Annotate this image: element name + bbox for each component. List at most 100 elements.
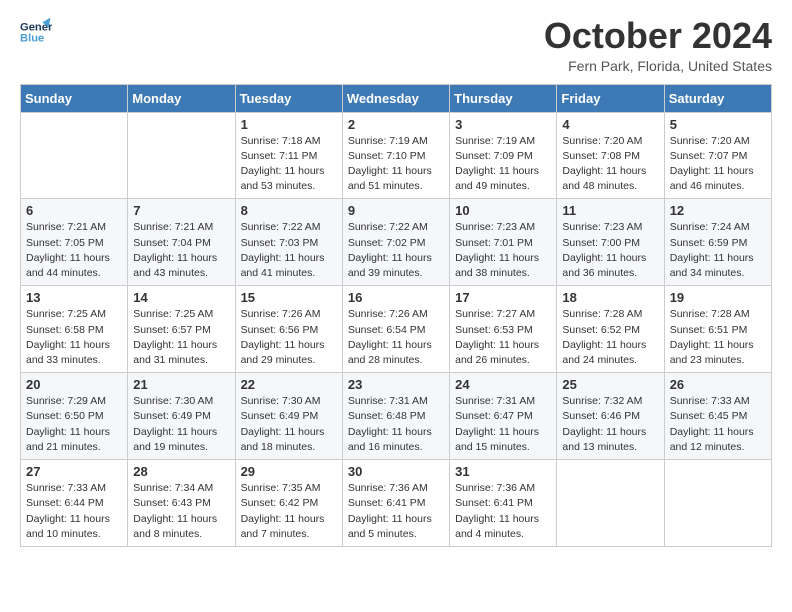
day-number: 30	[348, 464, 444, 479]
day-number: 29	[241, 464, 337, 479]
day-number: 12	[670, 203, 766, 218]
calendar-row: 6Sunrise: 7:21 AM Sunset: 7:05 PM Daylig…	[21, 199, 772, 286]
calendar-cell: 4 Sunrise: 7:20 AM Sunset: 7:08 PM Daylig…	[557, 112, 664, 199]
calendar-cell: 29 Sunrise: 7:35 AM Sunset: 6:42 PM Dayli…	[235, 460, 342, 547]
cell-content: Sunrise: 7:30 AM Sunset: 6:49 PM Dayligh…	[241, 394, 337, 455]
cell-content: Sunrise: 7:26 AM Sunset: 6:56 PM Dayligh…	[241, 307, 337, 368]
cell-content: Sunrise: 7:28 AM Sunset: 6:51 PM Dayligh…	[670, 307, 766, 368]
calendar-cell: 13 Sunrise: 7:25 AM Sunset: 6:58 PM Dayli…	[21, 286, 128, 373]
day-number: 7	[133, 203, 229, 218]
calendar-cell: 27 Sunrise: 7:33 AM Sunset: 6:44 PM Dayli…	[21, 460, 128, 547]
calendar-cell: 15 Sunrise: 7:26 AM Sunset: 6:56 PM Dayli…	[235, 286, 342, 373]
day-number: 25	[562, 377, 658, 392]
calendar-cell	[664, 460, 771, 547]
cell-content: Sunrise: 7:31 AM Sunset: 6:48 PM Dayligh…	[348, 394, 444, 455]
calendar-cell: 14Sunrise: 7:25 AM Sunset: 6:57 PM Dayli…	[128, 286, 235, 373]
day-number: 13	[26, 290, 122, 305]
cell-content: Sunrise: 7:24 AM Sunset: 6:59 PM Dayligh…	[670, 220, 766, 281]
calendar-row: 1 Sunrise: 7:18 AM Sunset: 7:11 PM Daylig…	[21, 112, 772, 199]
calendar-cell: 25 Sunrise: 7:32 AM Sunset: 6:46 PM Dayli…	[557, 373, 664, 460]
cell-content: Sunrise: 7:23 AM Sunset: 7:00 PM Dayligh…	[562, 220, 658, 281]
calendar-cell: 2Sunrise: 7:19 AM Sunset: 7:10 PM Daylig…	[342, 112, 449, 199]
cell-content: Sunrise: 7:36 AM Sunset: 6:41 PM Dayligh…	[348, 481, 444, 542]
day-number: 1	[241, 117, 337, 132]
day-number: 5	[670, 117, 766, 132]
day-number: 15	[241, 290, 337, 305]
month-title: October 2024	[544, 16, 772, 56]
calendar-cell: 21 Sunrise: 7:30 AM Sunset: 6:49 PM Dayli…	[128, 373, 235, 460]
column-header-thursday: Thursday	[450, 84, 557, 112]
day-number: 21	[133, 377, 229, 392]
cell-content: Sunrise: 7:20 AM Sunset: 7:08 PM Dayligh…	[562, 134, 658, 195]
column-header-saturday: Saturday	[664, 84, 771, 112]
cell-content: Sunrise: 7:31 AM Sunset: 6:47 PM Dayligh…	[455, 394, 551, 455]
day-number: 3	[455, 117, 551, 132]
day-number: 10	[455, 203, 551, 218]
cell-content: Sunrise: 7:33 AM Sunset: 6:44 PM Dayligh…	[26, 481, 122, 542]
day-number: 31	[455, 464, 551, 479]
page-header: General Blue October 2024 Fern Park, Flo…	[20, 16, 772, 74]
calendar-cell: 19 Sunrise: 7:28 AM Sunset: 6:51 PM Dayli…	[664, 286, 771, 373]
column-header-monday: Monday	[128, 84, 235, 112]
title-block: October 2024 Fern Park, Florida, United …	[544, 16, 772, 74]
calendar-cell: 22 Sunrise: 7:30 AM Sunset: 6:49 PM Dayli…	[235, 373, 342, 460]
cell-content: Sunrise: 7:22 AM Sunset: 7:02 PM Dayligh…	[348, 220, 444, 281]
cell-content: Sunrise: 7:18 AM Sunset: 7:11 PM Dayligh…	[241, 134, 337, 195]
calendar-cell: 31 Sunrise: 7:36 AM Sunset: 6:41 PM Dayli…	[450, 460, 557, 547]
cell-content: Sunrise: 7:19 AM Sunset: 7:10 PM Dayligh…	[348, 134, 444, 195]
calendar-cell: 28 Sunrise: 7:34 AM Sunset: 6:43 PM Dayli…	[128, 460, 235, 547]
calendar-cell: 20 Sunrise: 7:29 AM Sunset: 6:50 PM Dayli…	[21, 373, 128, 460]
column-header-sunday: Sunday	[21, 84, 128, 112]
calendar-cell: 18 Sunrise: 7:28 AM Sunset: 6:52 PM Dayli…	[557, 286, 664, 373]
day-number: 23	[348, 377, 444, 392]
calendar-cell: 30 Sunrise: 7:36 AM Sunset: 6:41 PM Dayli…	[342, 460, 449, 547]
calendar-cell	[21, 112, 128, 199]
cell-content: Sunrise: 7:23 AM Sunset: 7:01 PM Dayligh…	[455, 220, 551, 281]
day-number: 6	[26, 203, 122, 218]
cell-content: Sunrise: 7:19 AM Sunset: 7:09 PM Dayligh…	[455, 134, 551, 195]
cell-content: Sunrise: 7:34 AM Sunset: 6:43 PM Dayligh…	[133, 481, 229, 542]
calendar-cell: 11 Sunrise: 7:23 AM Sunset: 7:00 PM Dayli…	[557, 199, 664, 286]
day-number: 27	[26, 464, 122, 479]
header-row: SundayMondayTuesdayWednesdayThursdayFrid…	[21, 84, 772, 112]
cell-content: Sunrise: 7:22 AM Sunset: 7:03 PM Dayligh…	[241, 220, 337, 281]
calendar-cell: 16 Sunrise: 7:26 AM Sunset: 6:54 PM Dayli…	[342, 286, 449, 373]
day-number: 22	[241, 377, 337, 392]
day-number: 26	[670, 377, 766, 392]
day-number: 11	[562, 203, 658, 218]
cell-content: Sunrise: 7:20 AM Sunset: 7:07 PM Dayligh…	[670, 134, 766, 195]
calendar-cell	[128, 112, 235, 199]
calendar-table: SundayMondayTuesdayWednesdayThursdayFrid…	[20, 84, 772, 547]
calendar-cell: 3 Sunrise: 7:19 AM Sunset: 7:09 PM Daylig…	[450, 112, 557, 199]
day-number: 9	[348, 203, 444, 218]
cell-content: Sunrise: 7:29 AM Sunset: 6:50 PM Dayligh…	[26, 394, 122, 455]
day-number: 14	[133, 290, 229, 305]
cell-content: Sunrise: 7:26 AM Sunset: 6:54 PM Dayligh…	[348, 307, 444, 368]
cell-content: Sunrise: 7:30 AM Sunset: 6:49 PM Dayligh…	[133, 394, 229, 455]
day-number: 18	[562, 290, 658, 305]
logo-icon: General Blue	[20, 16, 52, 48]
location: Fern Park, Florida, United States	[544, 58, 772, 74]
day-number: 16	[348, 290, 444, 305]
calendar-cell: 10 Sunrise: 7:23 AM Sunset: 7:01 PM Dayli…	[450, 199, 557, 286]
day-number: 4	[562, 117, 658, 132]
calendar-cell: 17Sunrise: 7:27 AM Sunset: 6:53 PM Dayli…	[450, 286, 557, 373]
cell-content: Sunrise: 7:25 AM Sunset: 6:58 PM Dayligh…	[26, 307, 122, 368]
cell-content: Sunrise: 7:36 AM Sunset: 6:41 PM Dayligh…	[455, 481, 551, 542]
cell-content: Sunrise: 7:35 AM Sunset: 6:42 PM Dayligh…	[241, 481, 337, 542]
column-header-tuesday: Tuesday	[235, 84, 342, 112]
day-number: 20	[26, 377, 122, 392]
column-header-friday: Friday	[557, 84, 664, 112]
calendar-row: 20 Sunrise: 7:29 AM Sunset: 6:50 PM Dayli…	[21, 373, 772, 460]
calendar-cell: 23 Sunrise: 7:31 AM Sunset: 6:48 PM Dayli…	[342, 373, 449, 460]
calendar-row: 27 Sunrise: 7:33 AM Sunset: 6:44 PM Dayli…	[21, 460, 772, 547]
cell-content: Sunrise: 7:32 AM Sunset: 6:46 PM Dayligh…	[562, 394, 658, 455]
calendar-cell: 5 Sunrise: 7:20 AM Sunset: 7:07 PM Daylig…	[664, 112, 771, 199]
day-number: 19	[670, 290, 766, 305]
day-number: 24	[455, 377, 551, 392]
day-number: 28	[133, 464, 229, 479]
svg-text:Blue: Blue	[20, 33, 44, 45]
calendar-cell: 8Sunrise: 7:22 AM Sunset: 7:03 PM Daylig…	[235, 199, 342, 286]
logo: General Blue	[20, 16, 52, 48]
cell-content: Sunrise: 7:28 AM Sunset: 6:52 PM Dayligh…	[562, 307, 658, 368]
